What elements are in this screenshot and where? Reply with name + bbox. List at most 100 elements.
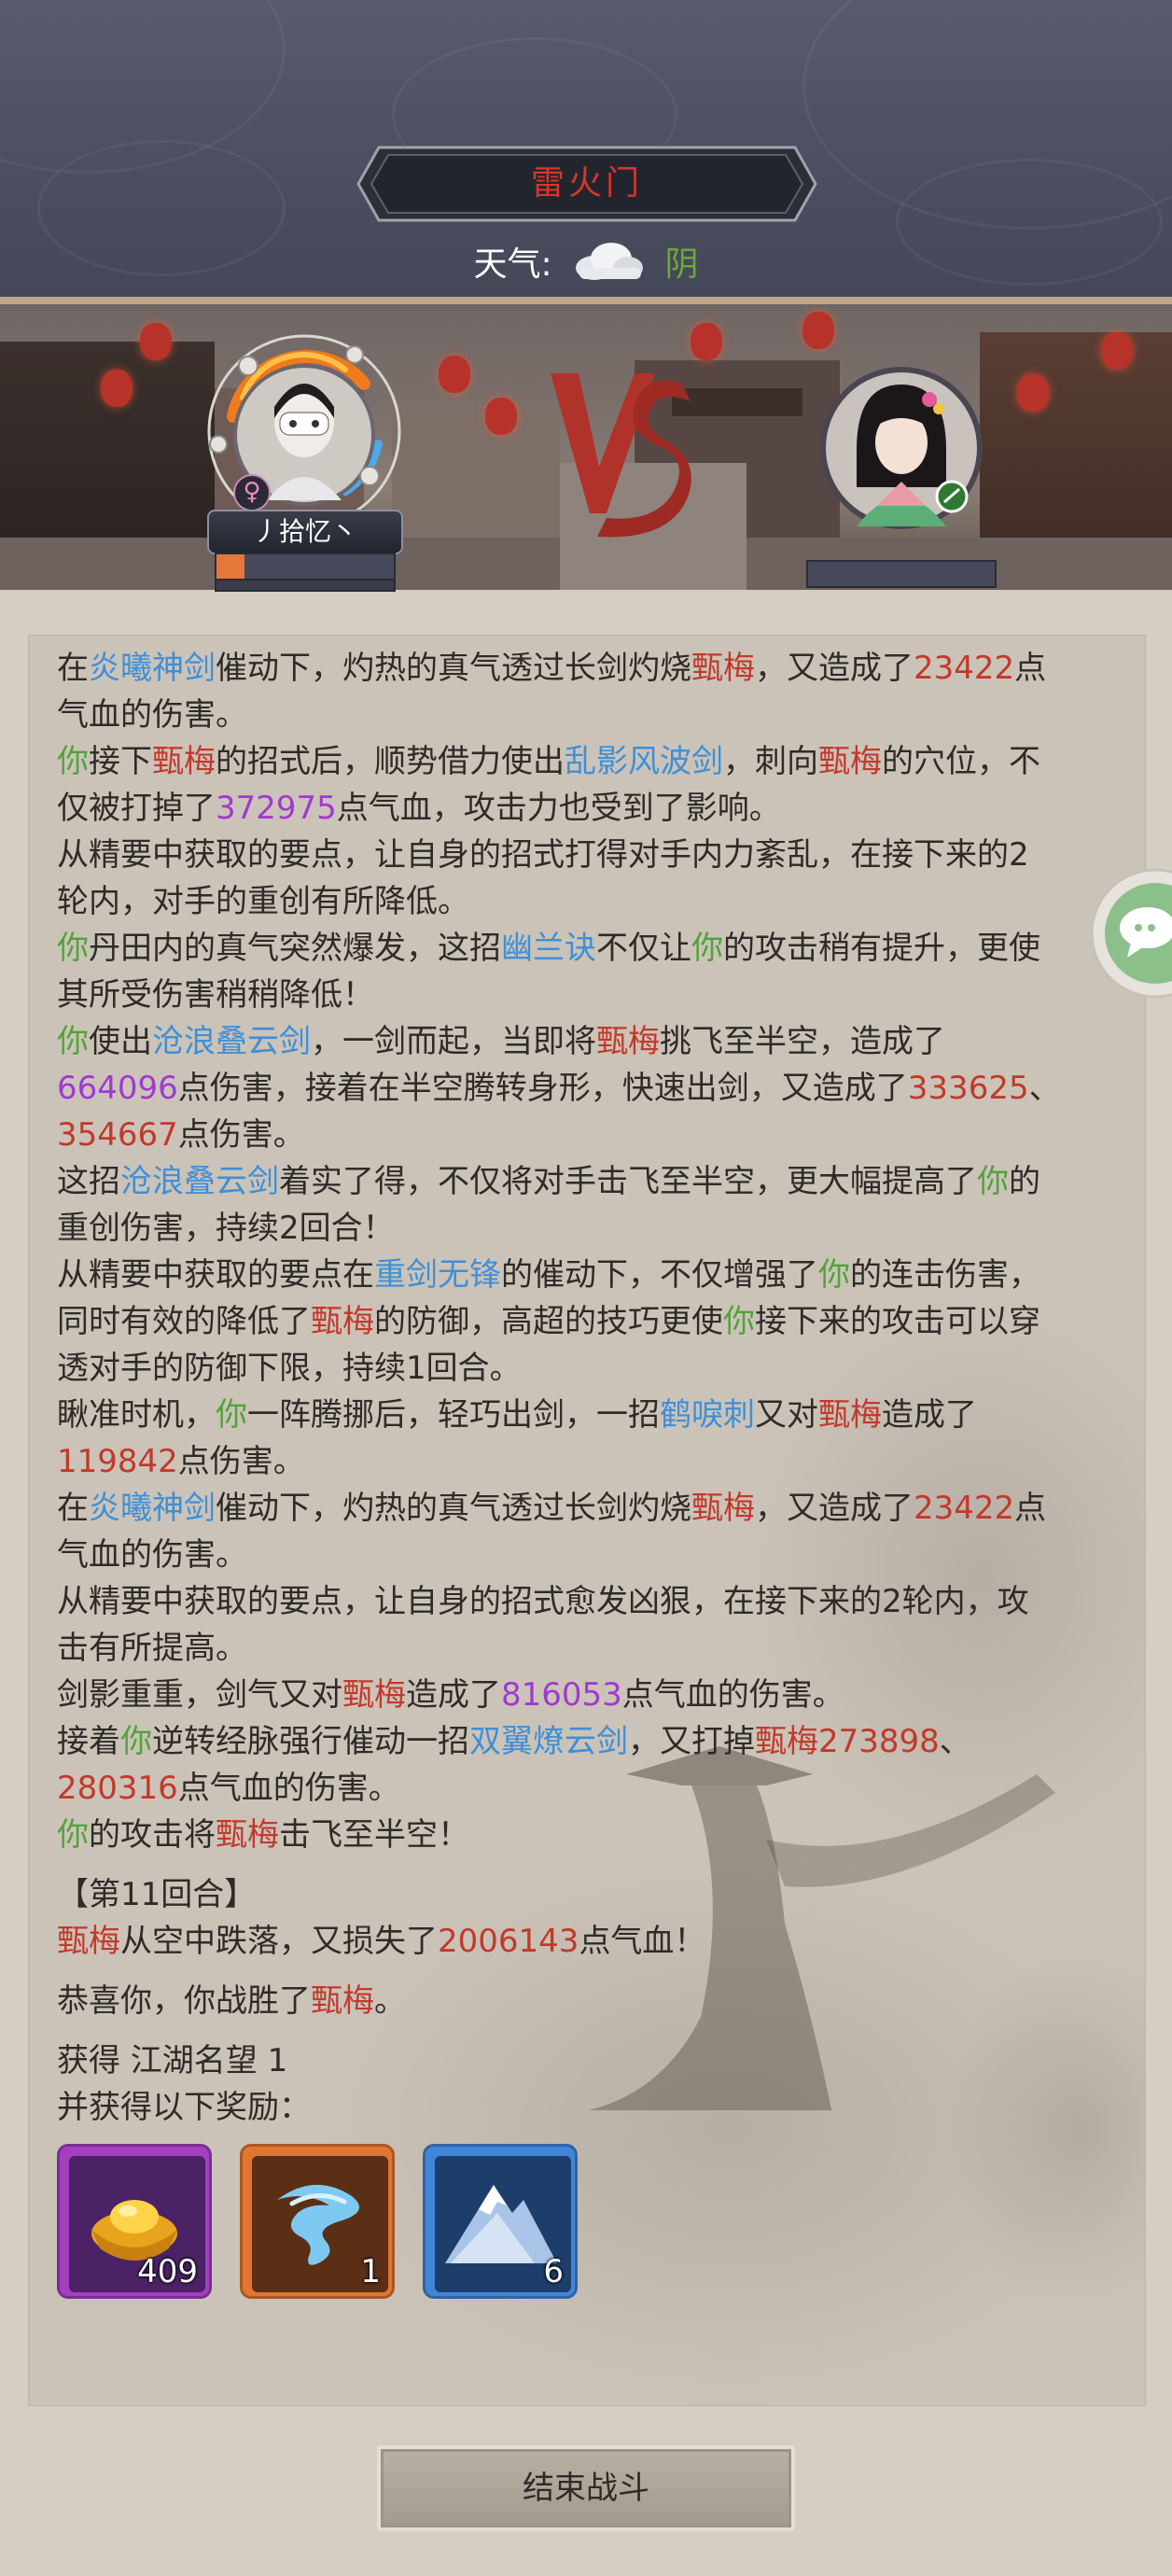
vs-emblem — [541, 364, 700, 541]
log-text-segment: 恭喜你，你战胜了 — [57, 1982, 311, 2020]
log-text-segment: 点气血的伤害。 — [621, 1676, 844, 1714]
log-highlight-skill: 炎曦神剑 — [89, 1490, 216, 1527]
log-highlight-skill: 沧浪叠云剑 — [152, 1023, 311, 1060]
log-highlight-purple: 664096 — [57, 1070, 178, 1107]
log-text-segment: 的穴位，不 — [882, 743, 1040, 780]
log-line: 在炎曦神剑催动下，灼热的真气透过长剑灼烧甄梅，又造成了23422点 — [57, 645, 1130, 692]
log-highlight-enemy: 甄梅 — [818, 1396, 882, 1434]
log-text-segment: 的攻击将 — [89, 1816, 216, 1854]
log-highlight-enemy: 甄梅 — [342, 1676, 406, 1714]
log-text-segment: 剑影重重，剑气又对 — [57, 1676, 342, 1714]
log-highlight-you: 你 — [57, 930, 89, 967]
log-text-segment: 挑飞至半空，造成了 — [660, 1023, 945, 1060]
log-text-segment: 。 — [374, 1982, 406, 2020]
log-line: 你丹田内的真气突然爆发，这招幽兰诀不仅让你的攻击稍有提升，更使 — [57, 925, 1130, 972]
log-highlight-enemy: 甄梅 — [57, 1923, 120, 1960]
log-highlight-enemy: 甄梅 — [216, 1816, 279, 1854]
log-text-segment: 获得 江湖名望 1 — [57, 2042, 288, 2079]
log-text-segment: 从空中跌落，又损失了 — [120, 1923, 438, 1960]
log-line: 从精要中获取的要点，让自身的招式愈发凶狠，在接下来的2轮内，攻 — [57, 1578, 1130, 1625]
log-highlight-purple: 816053 — [501, 1676, 622, 1714]
log-highlight-red: 354667 — [57, 1116, 178, 1154]
log-highlight-skill: 炎曦神剑 — [89, 650, 216, 687]
end-battle-button[interactable]: 结束战斗 — [377, 2445, 795, 2531]
log-line: 354667点伤害。 — [57, 1112, 1130, 1158]
log-text-segment: 在 — [57, 650, 89, 687]
log-text-segment: 这招 — [57, 1163, 120, 1200]
chat-bubble-icon[interactable] — [1090, 859, 1172, 999]
log-highlight-skill: 乱影风波剑 — [565, 743, 723, 780]
log-text-segment: 一阵腾挪后，轻巧出剑，一招 — [247, 1396, 660, 1434]
log-text-segment: 点 — [1014, 650, 1047, 687]
log-highlight-enemy: 甄梅 — [311, 1303, 374, 1340]
log-text-segment: 从精要中获取的要点在 — [57, 1256, 374, 1294]
log-highlight-enemy: 甄梅 — [691, 1490, 755, 1527]
log-highlight-red: 23422 — [914, 650, 1015, 687]
player-energy-bar — [215, 579, 396, 592]
log-text-segment: 的催动下，不仅增强了 — [501, 1256, 818, 1294]
reward-item[interactable]: 409 — [57, 2144, 212, 2299]
battle-log-panel: 在炎曦神剑催动下，灼热的真气透过长剑灼烧甄梅，又造成了23422点 气血的伤害。你… — [28, 635, 1146, 2406]
log-highlight-you: 你 — [57, 743, 89, 780]
log-highlight-purple: 372975 — [216, 790, 337, 827]
log-line: 气血的伤害。 — [57, 692, 1130, 738]
log-line: 恭喜你，你战胜了甄梅。 — [57, 1978, 1130, 2024]
log-spacer — [57, 1858, 1130, 1871]
log-highlight-skill: 重剑无锋 — [374, 1256, 501, 1294]
log-text-segment: 催动下，灼热的真气透过长剑灼烧 — [216, 1490, 691, 1527]
log-text-segment: 使出 — [89, 1023, 152, 1060]
log-highlight-you: 你 — [120, 1723, 152, 1760]
log-text-segment: 气血的伤害。 — [57, 1536, 247, 1574]
player-hp-bar — [215, 553, 396, 581]
log-highlight-you: 你 — [57, 1023, 89, 1060]
log-text-segment: 接下 — [89, 743, 152, 780]
log-text-segment: 轮内，对手的重创有所降低。 — [57, 883, 469, 920]
log-text-segment: 逆转经脉强行催动一招 — [152, 1723, 469, 1760]
log-highlight-you: 你 — [216, 1396, 247, 1434]
log-text-segment: 点气血的伤害。 — [177, 1770, 400, 1807]
log-text-segment: 接着 — [57, 1723, 120, 1760]
log-line: 从精要中获取的要点，让自身的招式打得对手内力紊乱，在接下来的2 — [57, 832, 1130, 878]
log-text-segment: 点 — [1014, 1490, 1047, 1527]
log-line: 664096点伤害，接着在半空腾转身形，快速出剑，又造成了333625、 — [57, 1065, 1130, 1112]
log-line: 气血的伤害。 — [57, 1532, 1130, 1578]
weather-value: 阴 — [664, 245, 699, 284]
log-highlight-enemy: 甄梅 — [152, 743, 216, 780]
log-line: 获得 江湖名望 1 — [57, 2037, 1130, 2084]
weather-label: 天气: — [473, 245, 552, 284]
reward-quantity: 6 — [543, 2253, 564, 2290]
log-text-segment: 点气血！ — [579, 1923, 706, 1960]
log-highlight-enemy: 甄梅 — [596, 1023, 660, 1060]
log-text-segment: 并获得以下奖励： — [57, 2089, 311, 2126]
log-line: 击有所提高。 — [57, 1625, 1130, 1672]
log-text-segment: ，刺向 — [723, 743, 818, 780]
log-text-segment: 的连击伤害， — [850, 1256, 1040, 1294]
log-highlight-red: 273898 — [818, 1723, 940, 1760]
log-text-segment: ，又打掉 — [628, 1723, 755, 1760]
log-spacer — [57, 2024, 1130, 2037]
log-text-segment: ，又造成了 — [755, 650, 914, 687]
header-divider — [0, 297, 1172, 304]
log-highlight-red: 2006143 — [438, 1923, 579, 1960]
log-line: 其所受伤害稍稍降低！ — [57, 972, 1130, 1018]
reward-item[interactable]: 1 — [240, 2144, 395, 2299]
log-text-segment: 从精要中获取的要点，让自身的招式打得对手内力紊乱，在接下来的2 — [57, 836, 1029, 874]
log-text-segment: 造成了 — [882, 1396, 977, 1434]
log-line: 你的攻击将甄梅击飞至半空！ — [57, 1812, 1130, 1858]
log-text-segment: 造成了 — [406, 1676, 501, 1714]
log-highlight-skill: 鹤唳刺 — [660, 1396, 755, 1434]
reward-item[interactable]: 6 — [423, 2144, 578, 2299]
log-line: 280316点气血的伤害。 — [57, 1765, 1130, 1812]
log-text-segment: 击飞至半空！ — [279, 1816, 469, 1854]
log-text-segment: 点伤害。 — [177, 1443, 305, 1480]
enemy-avatar[interactable] — [819, 366, 984, 530]
battle-log-text: 在炎曦神剑催动下，灼热的真气透过长剑灼烧甄梅，又造成了23422点 气血的伤害。你… — [57, 645, 1130, 2131]
log-text-segment: 接下来的攻击可以穿 — [755, 1303, 1040, 1340]
log-line: 【第11回合】 — [57, 1871, 1130, 1918]
log-spacer — [57, 1965, 1130, 1978]
log-line: 119842点伤害。 — [57, 1438, 1130, 1485]
log-line: 接着你逆转经脉强行催动一招双翼燎云剑，又打掉甄梅273898、 — [57, 1718, 1130, 1765]
enemy-hp-bar — [806, 560, 997, 588]
log-line: 仅被打掉了372975点气血，攻击力也受到了影响。 — [57, 785, 1130, 832]
log-text-segment: 同时有效的降低了 — [57, 1303, 311, 1340]
